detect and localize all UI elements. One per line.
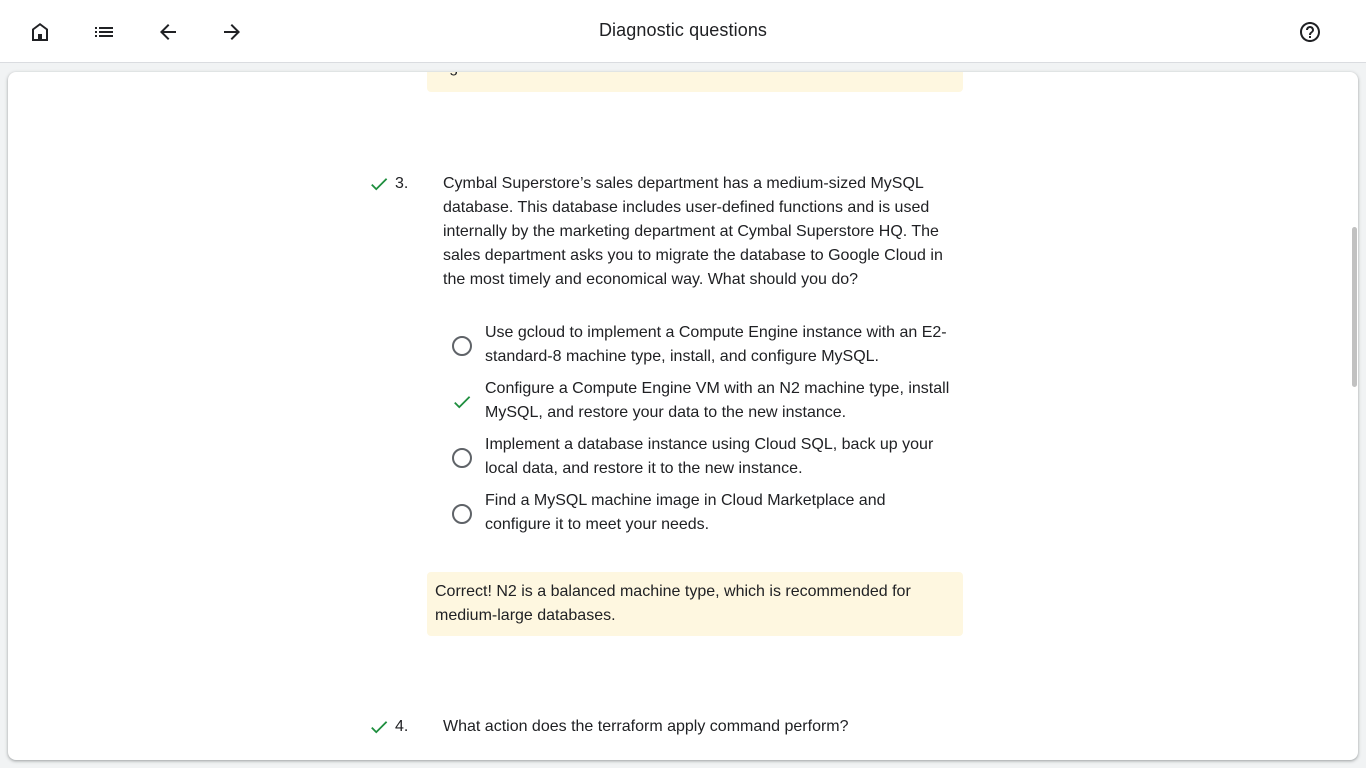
question-3-option-4[interactable]: Find a MySQL machine image in Cloud Mark… bbox=[448, 489, 958, 539]
question-3-number: 3. bbox=[395, 175, 409, 192]
question-3-correct-icon bbox=[368, 173, 390, 195]
option-label: Use gcloud to implement a Compute Engine… bbox=[485, 324, 947, 365]
radio-button[interactable] bbox=[452, 504, 472, 524]
question-3-option-2[interactable]: Configure a Compute Engine VM with an N2… bbox=[448, 377, 958, 427]
feedback-text: Correct! N2 is a balanced machine type, … bbox=[435, 583, 911, 624]
radio-button[interactable] bbox=[452, 448, 472, 468]
option-label: Find a MySQL machine image in Cloud Mark… bbox=[485, 492, 886, 533]
radio-button[interactable] bbox=[452, 336, 472, 356]
option-label: Configure a Compute Engine VM with an N2… bbox=[485, 380, 950, 421]
help-button[interactable] bbox=[1290, 12, 1330, 52]
question-4-text: What action does the terraform apply com… bbox=[443, 718, 849, 735]
scrollbar[interactable] bbox=[1350, 72, 1358, 760]
page-title: Diagnostic questions bbox=[598, 20, 768, 40]
question-3-option-3[interactable]: Implement a database instance using Clou… bbox=[448, 433, 958, 483]
previous-feedback: region. bbox=[427, 72, 963, 92]
check-icon bbox=[451, 391, 473, 413]
question-4-number: 4. bbox=[395, 718, 409, 735]
question-3-text: Cymbal Superstore’s sales department has… bbox=[443, 175, 943, 288]
question-3-feedback: Correct! N2 is a balanced machine type, … bbox=[427, 572, 963, 636]
question-3-option-1[interactable]: Use gcloud to implement a Compute Engine… bbox=[448, 321, 958, 371]
help-icon bbox=[1300, 22, 1320, 42]
scrollbar-thumb[interactable] bbox=[1352, 227, 1357, 387]
questions-panel: region. 3. Cymbal Superstore’s sales dep… bbox=[8, 72, 1358, 760]
option-label: Implement a database instance using Clou… bbox=[485, 436, 934, 477]
previous-feedback-text: region. bbox=[435, 72, 955, 80]
question-4-correct-icon bbox=[368, 716, 390, 738]
top-app-bar: Diagnostic questions bbox=[0, 0, 1366, 63]
